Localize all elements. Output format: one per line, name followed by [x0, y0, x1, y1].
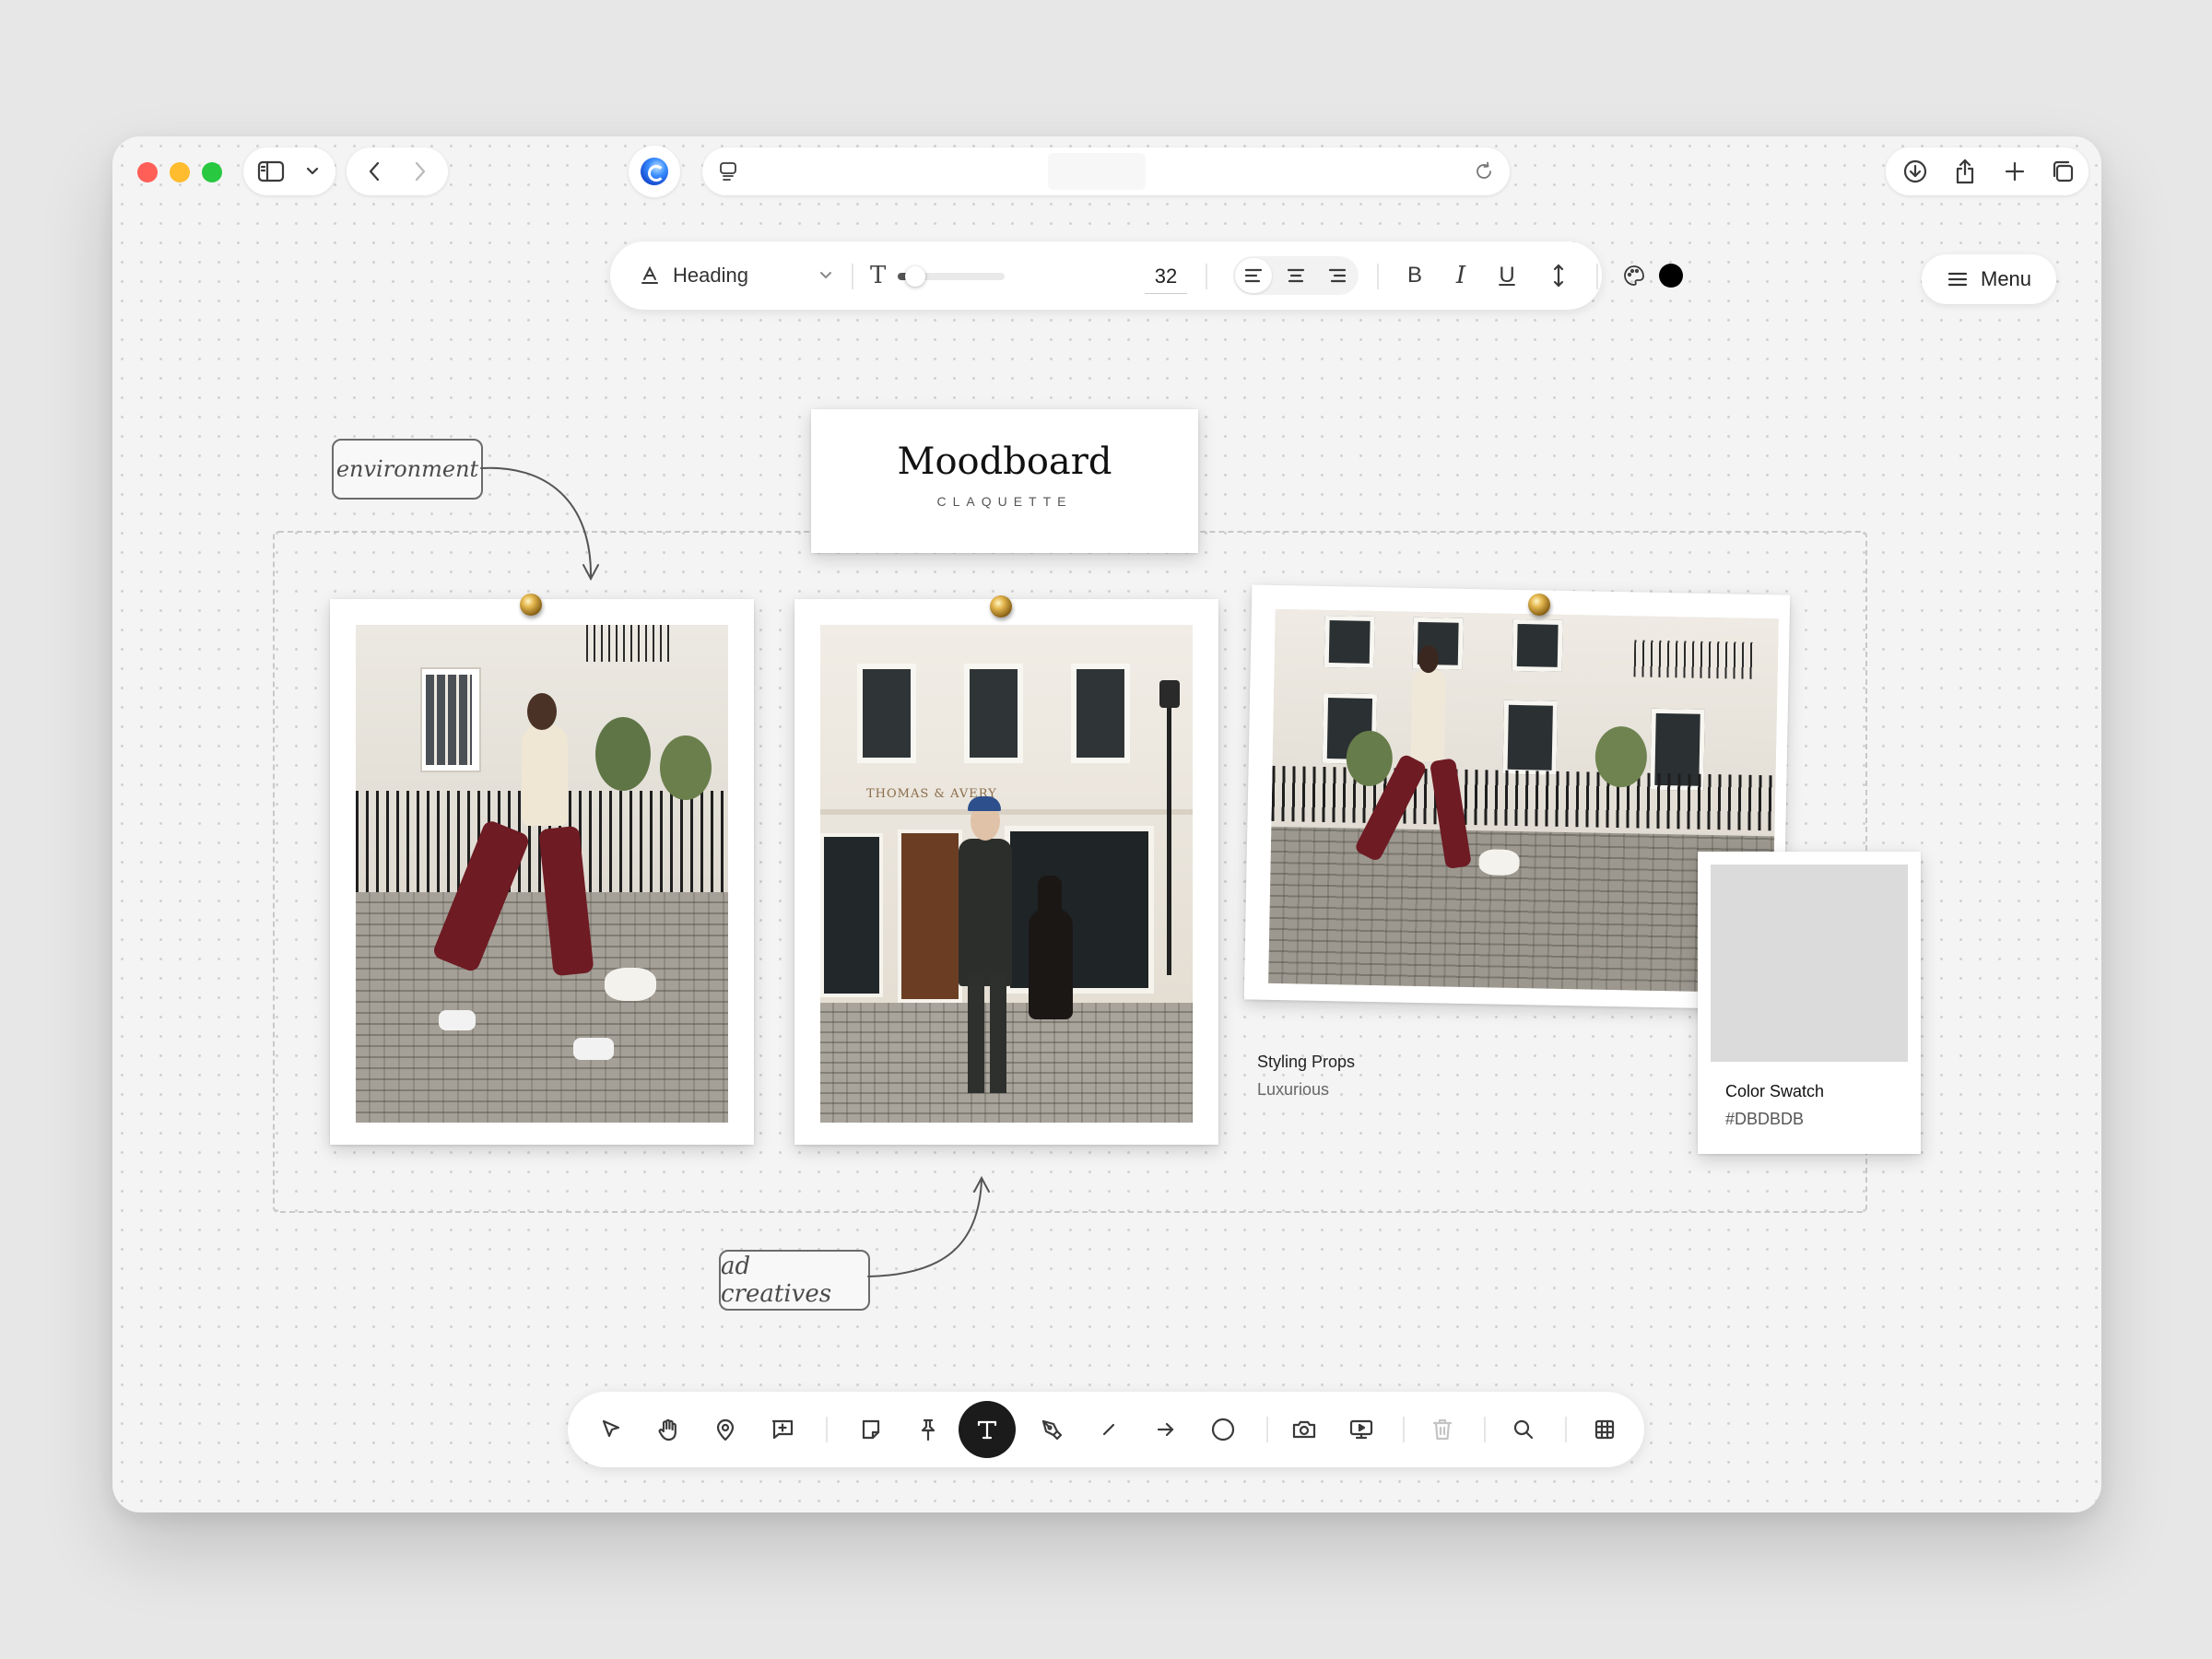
- pushpin-tool-icon[interactable]: [903, 1405, 953, 1454]
- photo-card-2[interactable]: THOMAS & AVERY: [794, 599, 1218, 1145]
- italic-icon[interactable]: I: [1441, 256, 1480, 295]
- chevron-down-icon: [818, 270, 833, 281]
- text-style-label: Heading: [673, 264, 748, 287]
- menu-label: Menu: [1981, 267, 2032, 290]
- arrow-icon[interactable]: [1141, 1405, 1191, 1454]
- address-placeholder: [1048, 153, 1146, 190]
- color-swatch-value: #DBDBDB: [1725, 1110, 1805, 1128]
- browser-actions-group: [1886, 147, 2088, 195]
- share-icon[interactable]: [1947, 155, 1983, 188]
- line-height-icon[interactable]: [1539, 256, 1578, 295]
- pushpin-icon: [990, 595, 1012, 618]
- title-card[interactable]: Moodboard CLAQUETTE: [811, 409, 1198, 553]
- sidebar-toggle-group: [243, 147, 335, 195]
- ad-creatives-tag-label: ad creatives: [721, 1253, 832, 1308]
- location-pin-icon[interactable]: [700, 1405, 750, 1454]
- text-style-dropdown[interactable]: Heading: [640, 258, 833, 293]
- ad-creatives-tag[interactable]: ad creatives: [719, 1250, 870, 1311]
- align-group: [1233, 256, 1359, 295]
- text-color-swatch[interactable]: [1659, 264, 1683, 288]
- nav-group: [347, 147, 448, 195]
- circle-icon[interactable]: [1198, 1405, 1248, 1454]
- photo-2-image: THOMAS & AVERY: [820, 625, 1193, 1123]
- bottom-toolbar: [568, 1392, 1644, 1467]
- browser-logo-icon: [641, 158, 668, 185]
- font-size-slider[interactable]: [898, 266, 1005, 287]
- new-tab-icon[interactable]: [1996, 155, 2033, 188]
- sidebar-icon[interactable]: [253, 155, 289, 188]
- align-left-icon[interactable]: [1235, 258, 1272, 293]
- styling-props-value: Luxurious: [1257, 1080, 1330, 1099]
- hamburger-icon: [1947, 271, 1968, 288]
- line-icon[interactable]: [1084, 1405, 1134, 1454]
- photo-card-1[interactable]: [330, 599, 754, 1145]
- underline-icon[interactable]: U: [1488, 256, 1526, 295]
- zoom-window-button[interactable]: [202, 162, 222, 182]
- pen-icon[interactable]: [1027, 1405, 1077, 1454]
- forward-icon[interactable]: [402, 155, 439, 188]
- text-format-toolbar: Heading T 32 B I U: [610, 241, 1683, 310]
- minimize-window-button[interactable]: [170, 162, 190, 182]
- photo-1-image: [356, 625, 728, 1123]
- present-icon[interactable]: [1336, 1405, 1386, 1454]
- download-icon[interactable]: [1897, 155, 1934, 188]
- text-style-icon: [640, 265, 660, 286]
- palette-icon[interactable]: [1615, 256, 1653, 295]
- menu-button[interactable]: Menu: [1922, 254, 2056, 304]
- text-tool-icon[interactable]: [959, 1401, 1016, 1458]
- search-icon[interactable]: [1499, 1405, 1548, 1454]
- select-icon[interactable]: [586, 1405, 636, 1454]
- trash-icon[interactable]: [1418, 1405, 1467, 1454]
- bold-icon[interactable]: B: [1395, 256, 1434, 295]
- font-size-icon: T: [870, 262, 887, 289]
- align-right-icon[interactable]: [1319, 258, 1356, 293]
- font-size-slider-thumb[interactable]: [904, 266, 925, 287]
- reload-icon[interactable]: [1467, 155, 1500, 188]
- moodboard-title: Moodboard: [897, 441, 1112, 483]
- page-menu-icon[interactable]: [712, 155, 745, 188]
- color-swatch-label: Color Swatch: [1725, 1082, 1825, 1100]
- tabs-overview-icon[interactable]: [2044, 155, 2081, 188]
- note-icon[interactable]: [846, 1405, 896, 1454]
- close-window-button[interactable]: [137, 162, 158, 182]
- back-icon[interactable]: [356, 155, 393, 188]
- color-swatch-card[interactable]: Color Swatch #DBDBDB: [1698, 852, 1921, 1154]
- browser-logo-button[interactable]: [629, 146, 680, 197]
- font-size-input[interactable]: 32: [1145, 260, 1187, 294]
- add-comment-icon[interactable]: [758, 1405, 807, 1454]
- color-swatch-preview: [1711, 865, 1908, 1062]
- environment-tag-label: environment: [335, 456, 479, 482]
- environment-tag[interactable]: environment: [332, 439, 483, 500]
- address-bar[interactable]: [702, 147, 1510, 195]
- pushpin-icon: [520, 594, 542, 616]
- grid-icon[interactable]: [1580, 1405, 1630, 1454]
- browser-window: Heading T 32 B I U Menu Moodboard CLAQUE…: [112, 136, 2101, 1512]
- pushpin-icon: [1528, 594, 1550, 616]
- chevron-down-icon[interactable]: [297, 157, 328, 186]
- align-center-icon[interactable]: [1277, 258, 1314, 293]
- moodboard-subtitle: CLAQUETTE: [936, 494, 1073, 509]
- camera-icon[interactable]: [1279, 1405, 1329, 1454]
- styling-props-label: Styling Props: [1257, 1053, 1356, 1071]
- hand-icon[interactable]: [643, 1405, 693, 1454]
